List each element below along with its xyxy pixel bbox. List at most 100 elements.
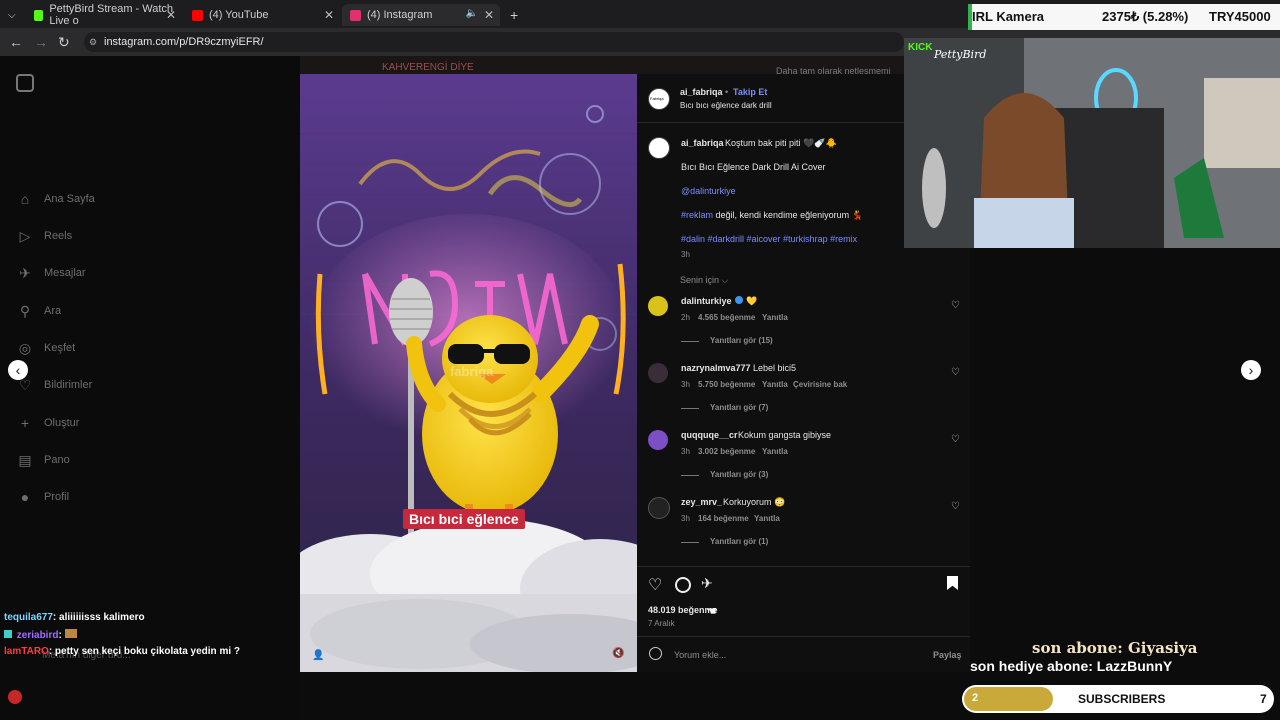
plus-icon: + (20, 415, 30, 431)
url-field[interactable]: ⚙ instagram.com/p/DR9czmyiEFR/ (84, 32, 904, 52)
tab-instagram[interactable]: (4) Instagram 🔈 ✕ (342, 4, 500, 26)
comment-reply-button[interactable]: Yanıtla (754, 514, 780, 523)
view-replies-button[interactable]: Yanıtları gör (3) (710, 470, 768, 479)
tab-kick[interactable]: PettyBird Stream - Watch Live o ✕ (26, 3, 182, 27)
comment-reply-button[interactable]: Yanıtla (762, 313, 788, 322)
url-text: instagram.com/p/DR9czmyiEFR/ (104, 36, 264, 48)
sidebar-item-explore[interactable]: ◎ Keşfet (16, 339, 75, 357)
reload-icon[interactable]: ↻ (58, 34, 70, 51)
comment-text: Kokum gangsta gibiyse (738, 430, 832, 440)
caption-hashtags[interactable]: #dalin #darkdrill #aicover #turkishrap #… (681, 234, 857, 244)
sidebar-item-messages[interactable]: ✈ Mesajlar (16, 264, 85, 282)
commenter-avatar[interactable] (648, 497, 670, 519)
chat-message: zeriabird: (4, 629, 77, 641)
caption-username[interactable]: ai_fabriqa (681, 138, 724, 148)
back-icon[interactable]: ← (9, 34, 23, 50)
search-icon: ⚲ (19, 302, 31, 319)
last-subscriber-label: son abone: Giyasiya (1032, 639, 1198, 657)
comment-time: 3h (681, 447, 690, 456)
comment-username[interactable]: zey_mrv_ (681, 497, 722, 507)
mute-icon[interactable]: 🔇 (612, 648, 624, 659)
home-icon: ⌂ (20, 191, 30, 207)
comment-like-icon[interactable]: ♡ (951, 434, 960, 445)
ticker-amount: 2375₺ (5.28%) (1102, 9, 1189, 24)
replies-line (681, 542, 699, 543)
instagram-logo-icon[interactable] (16, 74, 34, 92)
actions-divider (637, 566, 970, 567)
subscriber-goal-label: SUBSCRIBERS (1078, 692, 1166, 706)
comment-like-icon[interactable]: ♡ (951, 367, 960, 378)
commenter-avatar[interactable] (648, 430, 668, 450)
comment-box-divider (637, 636, 970, 637)
emote-icon (64, 629, 77, 638)
ticker-label: IRL Kamera (972, 9, 1045, 24)
sidebar-item-reels[interactable]: ▷ Reels (16, 227, 73, 245)
commenter-avatar[interactable] (648, 296, 668, 316)
caption-hashtag-link[interactable]: #reklam (681, 210, 713, 220)
post-comment-button[interactable]: Paylaş (933, 650, 962, 660)
comment-like-icon[interactable]: ♡ (951, 300, 960, 311)
save-bookmark-icon[interactable] (947, 576, 958, 590)
comment-like-icon[interactable]: ♡ (951, 501, 960, 512)
separator-dot: • (725, 87, 729, 97)
commenter-avatar[interactable] (648, 363, 668, 383)
comment-username[interactable]: dalinturkiye (681, 296, 732, 306)
comment-likes[interactable]: 4.565 beğenme (698, 313, 755, 322)
emoji-icon[interactable] (649, 647, 662, 660)
close-icon[interactable]: ✕ (324, 8, 334, 22)
previous-post-button[interactable]: ‹ (8, 360, 28, 380)
close-icon[interactable]: ✕ (484, 8, 494, 22)
like-icon[interactable]: ♡ (648, 575, 662, 595)
webcam-overlay: KICK PettyBird (904, 38, 1280, 248)
site-info-icon[interactable]: ⚙ (89, 32, 97, 52)
post-audio-subtitle[interactable]: Bıcı bıcı eğlence dark drill (680, 101, 772, 110)
comment-username[interactable]: nazrynalmva777 (681, 363, 751, 373)
sidebar-item-create[interactable]: + Oluştur (16, 414, 80, 432)
comment-sort-dropdown[interactable]: Senin için ⌵ (680, 275, 728, 286)
mouse-cursor-icon: ☚ (706, 604, 717, 618)
comment-likes[interactable]: 5.750 beğenme (698, 380, 755, 389)
sidebar-item-profile[interactable]: ● Profil (16, 488, 69, 506)
forward-icon[interactable]: → (34, 34, 48, 50)
post-video[interactable]: fabriqa Bıcı bıci eğlence 👤 🔇 (300, 74, 637, 672)
tagged-users-icon[interactable]: 👤 (312, 650, 324, 661)
streamer-logo: PettyBird (934, 48, 987, 61)
subscriber-goal-target: 7 (1260, 692, 1267, 706)
comment-icon[interactable] (675, 577, 691, 593)
video-caption-sticker: Bıcı bıci eğlence (403, 509, 525, 529)
view-replies-button[interactable]: Yanıtları gör (15) (710, 336, 773, 345)
replies-line (681, 408, 699, 409)
comment-username[interactable]: quqquqe__cr (681, 430, 738, 440)
close-icon[interactable]: ✕ (166, 8, 176, 22)
tab-menu-button[interactable]: ⌵ (0, 4, 24, 26)
author-username[interactable]: ai_fabriqa (680, 87, 723, 97)
caption-text: Bıcı Bıcı Eğlence Dark Drill Ai Cover (681, 162, 826, 172)
comment-input[interactable]: Yorum ekle... (674, 650, 726, 660)
comment-likes[interactable]: 164 beğenme (698, 514, 749, 523)
caption-author-avatar[interactable] (648, 137, 670, 159)
view-replies-button[interactable]: Yanıtları gör (7) (710, 403, 768, 412)
comment-reply-button[interactable]: Yanıtla (762, 447, 788, 456)
tab-youtube[interactable]: (4) YouTube ✕ (184, 4, 340, 26)
see-translation-button[interactable]: Çevirisine bak (793, 380, 847, 389)
subscriber-goal-bar: 2 SUBSCRIBERS 7 (962, 685, 1274, 713)
share-icon[interactable]: ✈ (701, 575, 713, 592)
comment-time: 2h (681, 313, 690, 322)
sidebar-item-home[interactable]: ⌂ Ana Sayfa (16, 190, 95, 208)
follow-button[interactable]: Takip Et (733, 87, 767, 97)
sidebar-item-search[interactable]: ⚲ Ara (16, 302, 61, 320)
sidebar-item-dashboard[interactable]: ▤ Pano (16, 451, 69, 469)
sidebar-item-notifications[interactable]: ♡ Bildirimler (16, 376, 93, 394)
subscriber-count: 2 (972, 692, 979, 704)
comment-reply-button[interactable]: Yanıtla (762, 380, 788, 389)
speaker-icon[interactable]: 🔈 (466, 8, 478, 19)
chat-message: tequila677: aliiiiiisss kalimero (4, 612, 145, 623)
new-tab-button[interactable]: + (502, 4, 524, 26)
next-post-button[interactable]: › (1241, 360, 1261, 380)
comment-likes[interactable]: 3.002 beğenme (698, 447, 755, 456)
view-replies-button[interactable]: Yanıtları gör (1) (710, 537, 768, 546)
author-avatar[interactable]: Fabriqa (648, 88, 670, 110)
caption-timestamp: 3h (681, 250, 690, 259)
last-gift-subscriber-label: son hediye abone: LazzBunnY (970, 658, 1173, 674)
caption-mention-link[interactable]: @dalinturkiye (681, 186, 736, 196)
